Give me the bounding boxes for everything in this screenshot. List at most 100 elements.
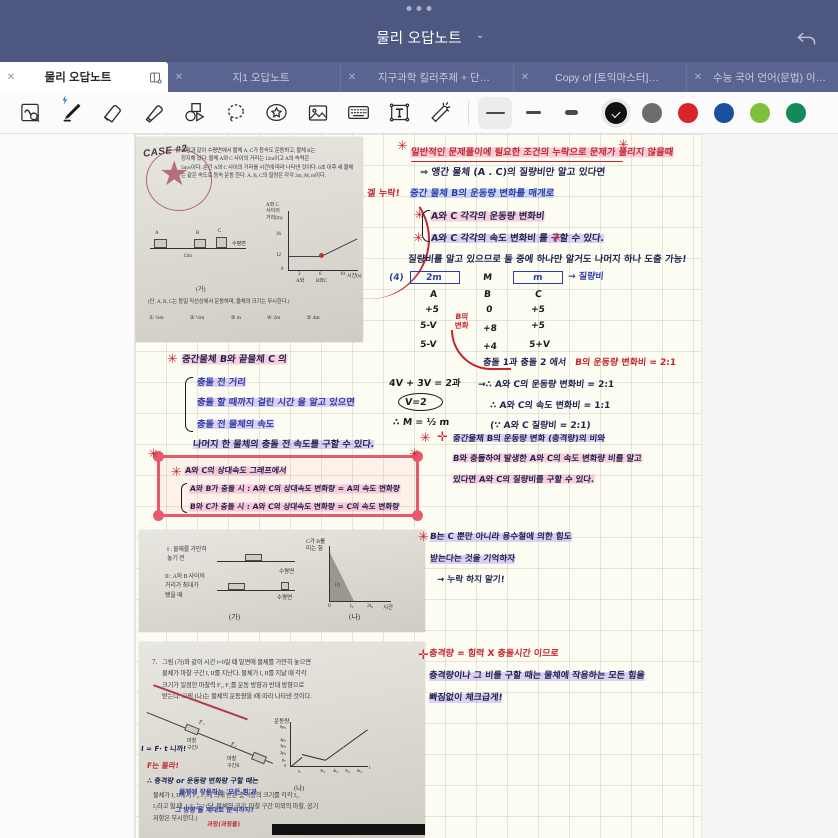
color-black[interactable]: [599, 95, 633, 130]
bottom-xtick-t0: t₀: [298, 768, 301, 773]
color-green[interactable]: [779, 96, 813, 130]
tab-close-icon-0[interactable]: ✕: [0, 72, 22, 83]
magic-wand-icon[interactable]: [420, 93, 461, 133]
tab-strip: ✕ 물리 오답노트 ✕ 지1 오답노트 ✕ 지구과학 킬러주제 + 단… ✕ C…: [0, 62, 838, 92]
selection-handle-br[interactable]: [412, 510, 423, 521]
tab-close-icon-1[interactable]: ✕: [168, 72, 190, 83]
bottom-xtick-5t0: 5t₀: [345, 768, 351, 773]
note-line: ∴ A와 C의 속도 변화비 = 1:1: [489, 401, 611, 411]
graph-y-axis: [288, 211, 289, 271]
cell-C2: +5: [530, 321, 546, 331]
stroke-width-thick[interactable]: [554, 97, 588, 129]
mid-graph-anno: (J): [335, 583, 341, 588]
color-light-green[interactable]: [743, 96, 777, 130]
mid-caption-right: (나): [349, 613, 361, 621]
hw-overlay-note: 과정(과정을): [206, 821, 241, 828]
bottom-graph-y-axis: [290, 722, 291, 767]
brace-marker: [185, 377, 193, 432]
mass-value-C: m: [532, 273, 543, 283]
mid-line-1: I : 물체를 가만히 놓기 전: [167, 547, 207, 563]
table-label-left: (4): [388, 273, 404, 283]
bottom-caption: (나): [294, 785, 305, 792]
stroke-width-medium[interactable]: [516, 97, 550, 129]
lasso-select-icon[interactable]: [215, 93, 256, 133]
shapes-icon[interactable]: [174, 93, 215, 133]
tab-2[interactable]: ✕ 지구과학 킬러주제 + 단…: [341, 62, 514, 92]
note-line: 일반적인 문제풀이에 필요한 조건의 누락으로 문제가 풀리지 않을때: [410, 147, 674, 158]
note-line: 겔 누락!: [366, 188, 401, 199]
split-view-icon[interactable]: [142, 71, 168, 84]
window-dots: [406, 6, 432, 11]
note-line: 중간물체 B의 운동량 변화 (충격량)의 비와: [452, 433, 606, 443]
note-line: 받는다는 것을 기억하자: [429, 554, 516, 564]
diagram-ground-line: [150, 248, 246, 249]
tab-close-icon-2[interactable]: ✕: [341, 72, 363, 83]
graph-ytick-36: 36: [276, 232, 281, 237]
bottom-graph-x-axis: [290, 766, 368, 767]
mid-ground-2: [217, 590, 295, 591]
sticker-icon[interactable]: [256, 93, 297, 133]
selection-handle-bl[interactable]: [153, 510, 164, 521]
color-blue[interactable]: [707, 96, 741, 130]
note-equation: ∴ M = ½ m: [392, 417, 450, 428]
note-line: 중간 물체 B의 운동량 변화를 매개로: [409, 188, 555, 199]
pen-icon[interactable]: [51, 93, 92, 133]
mid-block-A1: [245, 554, 262, 561]
chevron-down-icon[interactable]: ⌄: [476, 30, 484, 41]
bottom-ytick-6p: 6p₀: [280, 724, 287, 729]
canvas-left-margin: [0, 134, 135, 838]
cell-A2: 5-V: [419, 321, 437, 331]
mid-ground-1: [217, 561, 295, 562]
tab-4[interactable]: ✕ 수능 국어 언어(문법) 이…: [687, 62, 838, 92]
hw-overlay-note: ∴ 충격량 or 운동량 변화량 구할 때는: [146, 777, 259, 785]
graph-ytick-12: 12: [276, 253, 281, 258]
undo-arrow-icon[interactable]: [794, 26, 820, 52]
note-canvas[interactable]: CASE #2 ★ 그림과 같이 수평면에서 물체 A, C가 등속도 운동하고…: [0, 134, 838, 838]
stroke-width-thin[interactable]: [478, 96, 512, 129]
lasso-search-icon[interactable]: [10, 93, 51, 133]
note-line: B는 C 뿐만 아니라 용수철에 의한 힘도: [429, 532, 572, 542]
tab-close-icon-3[interactable]: ✕: [514, 72, 536, 83]
note-line: 충돌 1과 충돌 2 에서: [482, 358, 567, 368]
tab-label-1: 지1 오답노트: [232, 71, 290, 84]
caption-ga: (가): [196, 287, 206, 293]
app-window: 물리 오답노트 ⌄ ✕ 물리 오답노트 ✕ 지1 오답노트 ✕ 지구과학 킬러주…: [0, 0, 838, 838]
color-gray[interactable]: [635, 96, 669, 130]
problem-image-bottom[interactable]: 7. 그림 (가)와 같이 시간 t=0일 때 밑면에 물체를 가만히 놓으면 …: [139, 642, 425, 838]
tab-0[interactable]: ✕ 물리 오답노트: [0, 62, 168, 92]
mid-block-A2: [228, 583, 245, 590]
block-C: [216, 237, 227, 248]
tab-1[interactable]: ✕ 지1 오답노트: [168, 62, 341, 92]
bottom-xtick-t: t: [369, 766, 371, 771]
cell-B1: 0: [485, 305, 493, 315]
note-page[interactable]: CASE #2 ★ 그림과 같이 수평면에서 물체 A, C가 등속도 운동하고…: [135, 134, 701, 838]
mass-value-B: M: [482, 273, 493, 283]
graph-anno-A: A와: [296, 279, 305, 284]
note-line: → 누락 하지 말기!: [436, 575, 506, 585]
tab-3[interactable]: ✕ Copy of [토익마스터]…: [514, 62, 687, 92]
problem-image-mid[interactable]: I : 물체를 가만히 놓기 전 II : A와 B 사이의 거리가 최대가 됐…: [139, 530, 425, 632]
eraser-icon[interactable]: [92, 93, 133, 133]
label-distance: 12m: [183, 254, 192, 259]
note-line: (∵ A와 C 질량비 = 2:1): [489, 421, 591, 431]
keyboard-icon[interactable]: [338, 93, 379, 133]
color-red[interactable]: [671, 96, 705, 130]
problem-footer-text: (단, A, B, C는 동일 직선상에서 운동하며, 물체의 크기는 무시한다…: [148, 299, 290, 305]
col-header-A: A: [429, 289, 438, 300]
tab-label-3: Copy of [토익마스터]…: [555, 71, 659, 84]
note-line: A와 C 각각의 속도 변화비 를 구할 수 있다.: [430, 233, 605, 244]
bottom-ytick-3p: 3p₀: [280, 743, 287, 748]
note-line: B와 충돌하여 발생한 A와 C의 속도 변화량 비를 알고: [452, 453, 643, 463]
text-box-icon[interactable]: [379, 93, 420, 133]
highlighter-icon[interactable]: [133, 93, 174, 133]
tab-close-icon-4[interactable]: ✕: [687, 72, 709, 83]
cell-C1: +5: [530, 305, 546, 315]
note-line: 충돌 전 물체의 속도: [196, 419, 275, 430]
answer-choices: ① ¼m ② ½m ③ m④ 2m ⑤ 4m: [149, 315, 320, 321]
image-icon[interactable]: [297, 93, 338, 133]
bottom-ytick-4p: 4p₀: [280, 737, 287, 742]
bottom-ytick-2p: 2p₀: [280, 750, 287, 755]
graph-ytick-0: 0: [281, 267, 284, 272]
hw-overlay-note: I = F· t 니까!: [140, 745, 187, 753]
mid-label-surface-1: 수평면: [279, 569, 295, 575]
